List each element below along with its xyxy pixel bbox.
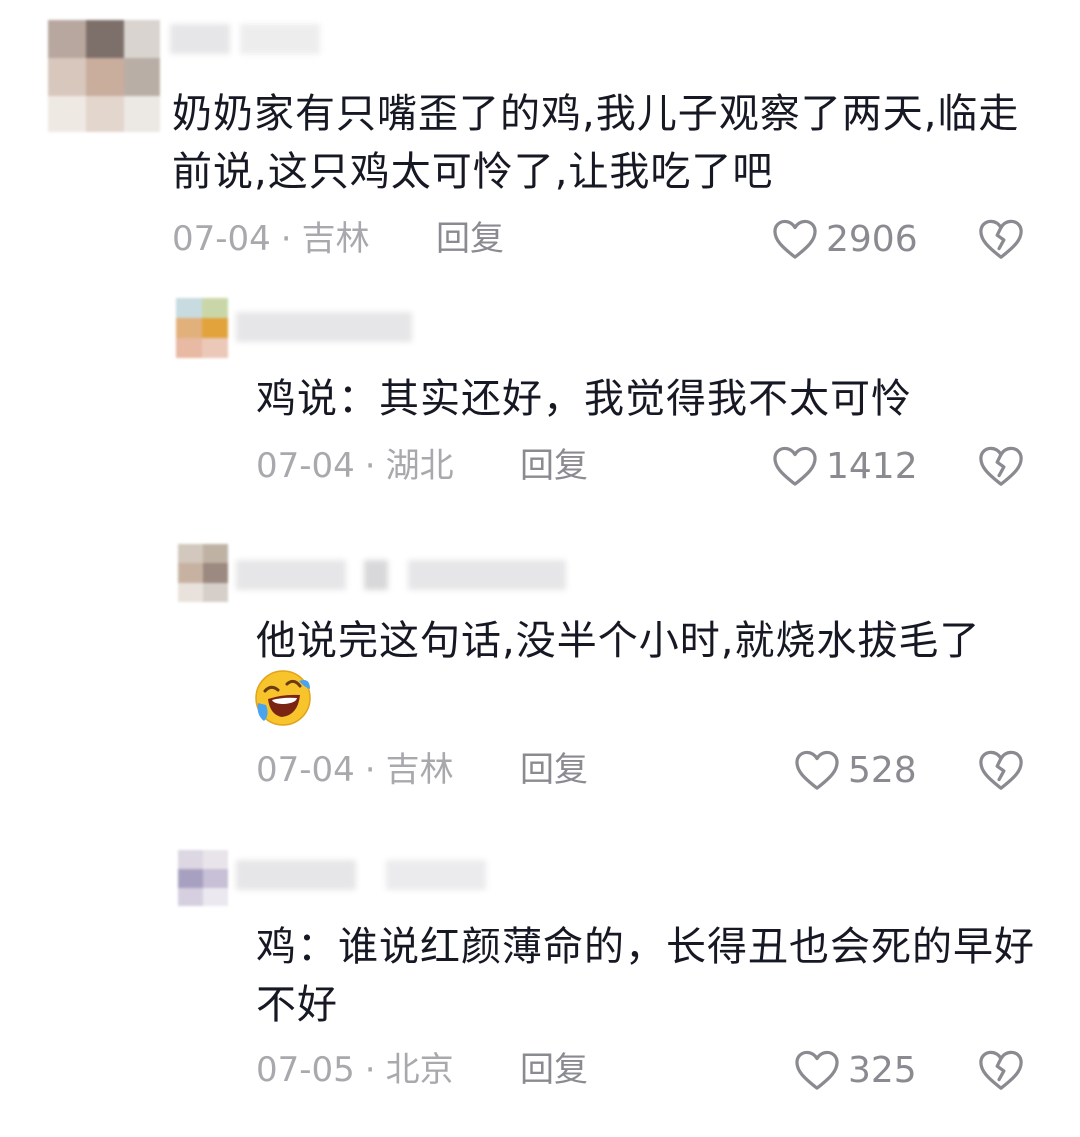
like-count: 2906 [826,218,918,260]
comment-meta: 07-04 · 湖北 [256,446,454,486]
meta-separator: · [364,446,376,486]
like-button[interactable]: 2906 [772,217,918,261]
comment-location: 吉林 [385,750,454,790]
avatar[interactable] [48,20,160,132]
comment-meta: 07-04 · 吉林 [256,750,454,790]
broken-heart-icon [978,444,1024,488]
comment-location: 吉林 [301,219,370,259]
reply-button[interactable]: 回复 [436,219,504,259]
broken-heart-icon [978,748,1024,792]
laughing-crying-emoji [254,669,312,727]
comment-date: 07-05 [256,1050,355,1090]
broken-heart-icon [978,1048,1024,1092]
dislike-button[interactable] [978,748,1024,792]
meta-separator: · [280,219,292,259]
like-button[interactable]: 325 [794,1048,917,1092]
heart-outline-icon [794,749,840,791]
meta-separator: · [364,1050,376,1090]
comment-date: 07-04 [256,750,355,790]
comment-location: 北京 [385,1050,454,1090]
comment-item: 奶奶家有只嘴歪了的鸡,我儿子观察了两天,临走前说,这只鸡太可怜了,让我吃了吧 0… [0,0,1080,280]
reply-button[interactable]: 回复 [520,750,588,790]
avatar[interactable] [178,544,228,602]
like-count: 325 [848,1049,917,1091]
username[interactable] [236,860,486,890]
comment-text: 鸡说：其实还好，我觉得我不太可怜 [256,376,912,422]
reply-comment-item: 鸡：谁说红颜薄命的，长得丑也会死的早好不好 07-05 · 北京 回复 325 [0,830,1080,1137]
reply-button[interactable]: 回复 [520,446,588,486]
comment-date: 07-04 [172,219,271,259]
comment-text: 奶奶家有只嘴歪了的鸡,我儿子观察了两天,临走前说,这只鸡太可怜了,让我吃了吧 [172,91,1020,195]
like-count: 528 [848,749,917,791]
reply-button[interactable]: 回复 [520,1050,588,1090]
avatar[interactable] [176,298,228,358]
dislike-button[interactable] [978,444,1024,488]
reply-comment-item: 鸡说：其实还好，我觉得我不太可怜 07-04 · 湖北 回复 1412 [0,280,1080,530]
comment-text: 他说完这句话,没半个小时,就烧水拔毛了 [256,618,981,664]
heart-outline-icon [772,445,818,487]
comment-date: 07-04 [256,446,355,486]
comment-meta: 07-05 · 北京 [256,1050,454,1090]
meta-separator: · [364,750,376,790]
dislike-button[interactable] [978,217,1024,261]
comment-meta: 07-04 · 吉林 [172,219,370,259]
username[interactable] [170,24,320,54]
username[interactable] [236,312,412,342]
like-button[interactable]: 528 [794,748,917,792]
like-button[interactable]: 1412 [772,444,918,488]
heart-outline-icon [794,1049,840,1091]
dislike-button[interactable] [978,1048,1024,1092]
avatar[interactable] [178,850,228,906]
broken-heart-icon [978,217,1024,261]
reply-comment-item: 他说完这句话,没半个小时,就烧水拔毛了 07-04 · 吉林 回复 528 [0,530,1080,830]
comment-text: 鸡：谁说红颜薄命的，长得丑也会死的早好不好 [256,924,1035,1028]
username[interactable] [236,560,566,590]
heart-outline-icon [772,218,818,260]
comment-location: 湖北 [385,446,454,486]
like-count: 1412 [826,445,918,487]
